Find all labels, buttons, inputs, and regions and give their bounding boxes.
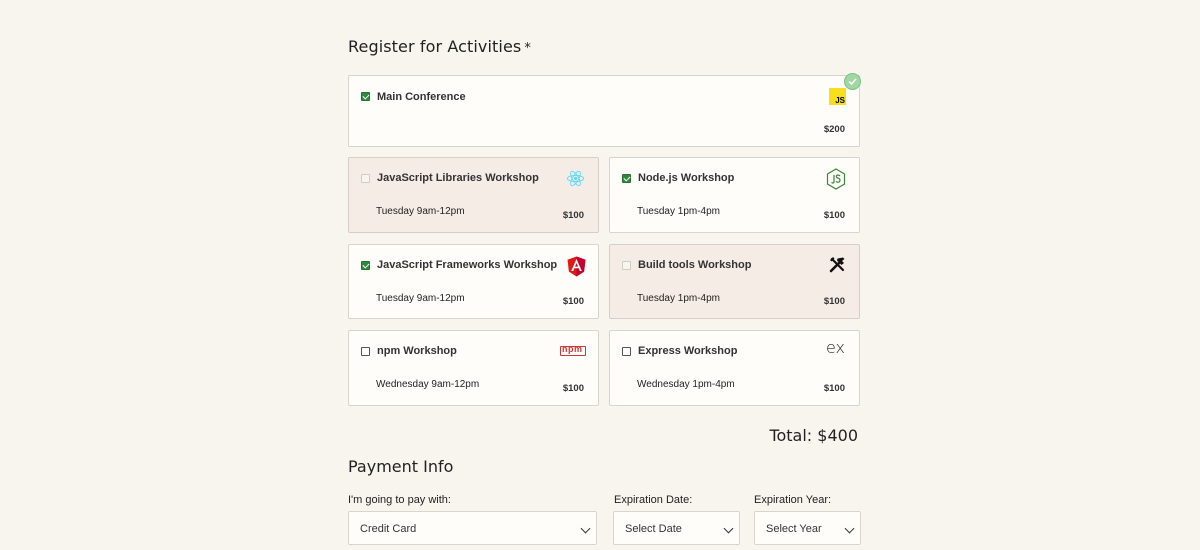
activity-card-build-tools[interactable]: Build tools Workshop Tuesday 1pm-4pm $10… — [609, 244, 860, 319]
activities-heading: Register for Activities * — [348, 37, 531, 56]
activity-cost: $100 — [823, 210, 845, 221]
exp-date-label: Expiration Date: — [614, 494, 693, 506]
activity-time: Tuesday 1pm-4pm — [637, 293, 720, 304]
activity-cost: $100 — [562, 383, 584, 394]
activities-heading-text: Register for Activities — [348, 37, 522, 56]
required-mark: * — [524, 41, 531, 56]
express-icon-text: ex — [825, 338, 845, 357]
activity-cost: $100 — [823, 383, 845, 394]
activity-name: Build tools Workshop — [638, 259, 752, 271]
exp-year-value: Select Year — [766, 523, 822, 535]
payment-method-value: Credit Card — [360, 523, 417, 535]
activity-card-npm[interactable]: npm Workshop npm Wednesday 9am-12pm $100 — [348, 330, 599, 406]
activity-card-js-libraries[interactable]: JavaScript Libraries Workshop Tuesday 9a… — [348, 157, 599, 233]
checkbox-js-frameworks[interactable] — [361, 261, 370, 270]
activity-time: Tuesday 9am-12pm — [376, 206, 465, 217]
exp-date-select[interactable]: Select Date — [613, 511, 740, 545]
activity-cost: $100 — [562, 296, 584, 307]
exp-date-value: Select Date — [625, 523, 682, 535]
checkbox-nodejs[interactable] — [622, 174, 631, 183]
chevron-down-icon — [844, 523, 855, 534]
checkbox-npm[interactable] — [361, 347, 370, 356]
npm-icon-text: npm — [562, 344, 583, 354]
checkbox-js-libraries[interactable] — [361, 174, 370, 183]
activity-cost: $200 — [823, 124, 845, 135]
activity-name: npm Workshop — [377, 345, 457, 357]
payment-heading: Payment Info — [348, 457, 454, 476]
express-icon: ex — [826, 338, 845, 357]
activity-name: Node.js Workshop — [638, 172, 735, 184]
angular-icon — [567, 256, 586, 277]
activity-time: Tuesday 1pm-4pm — [637, 206, 720, 217]
payment-method-select[interactable]: Credit Card — [348, 511, 597, 545]
activity-card-express[interactable]: Express Workshop ex Wednesday 1pm-4pm $1… — [609, 330, 860, 406]
activity-cost: $100 — [823, 296, 845, 307]
chevron-down-icon — [723, 523, 734, 534]
activity-name: Main Conference — [377, 91, 466, 103]
activity-name: JavaScript Libraries Workshop — [377, 172, 539, 184]
nodejs-icon — [826, 168, 846, 190]
react-icon — [566, 169, 585, 188]
activity-card-js-frameworks[interactable]: JavaScript Frameworks Workshop Tuesday 9… — [348, 244, 599, 319]
checkbox-main-conference[interactable] — [361, 92, 370, 101]
js-icon-text: JS — [835, 96, 845, 105]
activity-time: Tuesday 9am-12pm — [376, 293, 465, 304]
checkmark-badge-icon — [844, 73, 861, 90]
activity-name: Express Workshop — [638, 345, 738, 357]
tools-icon — [828, 256, 846, 274]
activity-name: JavaScript Frameworks Workshop — [377, 259, 558, 271]
checkbox-build-tools[interactable] — [622, 261, 631, 270]
activity-cost: $100 — [562, 210, 584, 221]
chevron-down-icon — [580, 523, 591, 534]
activity-time: Wednesday 1pm-4pm — [637, 379, 735, 390]
total-cost: Total: $400 — [769, 426, 858, 445]
exp-year-label: Expiration Year: — [754, 494, 832, 506]
exp-year-select[interactable]: Select Year — [754, 511, 861, 545]
js-icon: JS — [829, 88, 846, 105]
payment-method-label: I'm going to pay with: — [348, 494, 451, 506]
activity-card-nodejs[interactable]: Node.js Workshop Tuesday 1pm-4pm $100 — [609, 157, 860, 233]
activity-card-main-conference[interactable]: Main Conference JS $200 — [348, 73, 861, 147]
checkbox-express[interactable] — [622, 347, 631, 356]
activity-time: Wednesday 9am-12pm — [376, 379, 480, 390]
npm-icon: npm — [560, 344, 586, 356]
